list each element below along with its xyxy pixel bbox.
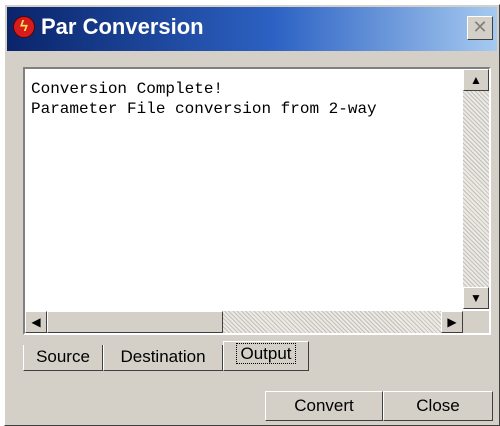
vertical-scrollbar[interactable]: ▲ ▼ [463,69,489,309]
close-button[interactable]: Close [383,391,493,421]
close-icon[interactable]: ✕ [467,16,493,40]
tab-output-label: Output [236,343,296,364]
app-icon: ϟ [13,16,35,38]
horizontal-scroll-thumb[interactable] [47,311,223,333]
output-line-2: Parameter File conversion from 2-way [31,100,377,118]
tab-source[interactable]: Source [23,345,103,371]
convert-button[interactable]: Convert [265,391,383,421]
tab-destination[interactable]: Destination [103,345,223,371]
tab-destination-label: Destination [120,347,206,366]
tab-source-label: Source [36,347,90,366]
title-bar[interactable]: ϟ Par Conversion ✕ [7,7,497,51]
tab-output[interactable]: Output [223,341,309,371]
par-conversion-window: ϟ Par Conversion ✕ Conversion Complete! P… [4,4,500,426]
scroll-left-button[interactable]: ◀ [25,311,47,333]
output-text: Conversion Complete! Parameter File conve… [31,79,461,119]
scrollbar-corner [463,311,489,333]
scroll-right-button[interactable]: ▶ [441,311,463,333]
output-text-area[interactable]: Conversion Complete! Parameter File conve… [23,67,491,335]
scroll-down-button[interactable]: ▼ [463,287,489,309]
scroll-up-button[interactable]: ▲ [463,69,489,91]
window-title: Par Conversion [41,14,204,39]
output-line-1: Conversion Complete! [31,80,224,98]
horizontal-scrollbar[interactable]: ◀ ▶ [25,311,463,333]
